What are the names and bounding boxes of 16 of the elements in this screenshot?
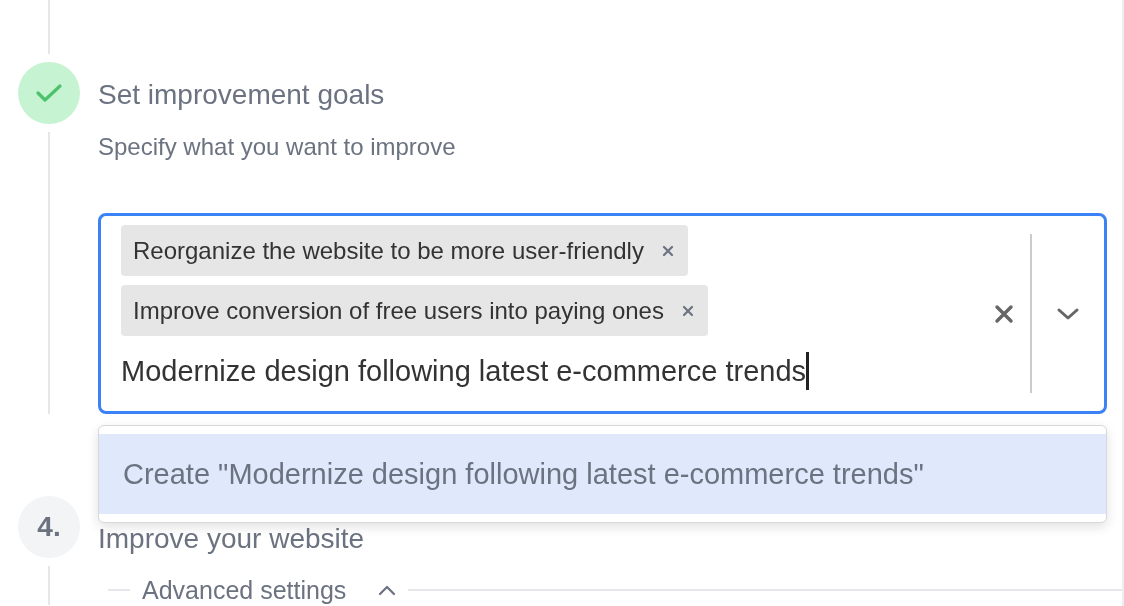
remove-icon[interactable] <box>661 244 674 257</box>
step-title: Set improvement goals <box>98 78 386 112</box>
tag-label: Reorganize the website to be more user-friendly <box>133 236 644 265</box>
step-title: Improve your website <box>98 522 366 556</box>
menu-option[interactable]: Create "Modernize design following latest e-commerce trends" <box>99 434 1106 514</box>
goal-input[interactable]: Modernize design following latest e-commerce trends <box>121 354 807 388</box>
multi-select[interactable]: Reorganize the website to be more user-friendly Improve conversion of free users into paying ones Modernize design following latest e-commerce trends <box>98 213 1107 414</box>
tag-label: Improve conversion of free users into paying ones <box>133 296 664 325</box>
advanced-settings-toggle[interactable]: Advanced settings <box>142 575 347 605</box>
step-number: 4. <box>18 496 80 558</box>
caret-up-icon[interactable] <box>378 584 397 596</box>
chevron-down-icon[interactable] <box>1056 306 1080 321</box>
remove-icon[interactable] <box>681 304 694 317</box>
text-cursor <box>806 352 810 390</box>
step-description: Specify what you want to improve <box>98 132 457 162</box>
clear-icon[interactable] <box>994 303 1014 324</box>
